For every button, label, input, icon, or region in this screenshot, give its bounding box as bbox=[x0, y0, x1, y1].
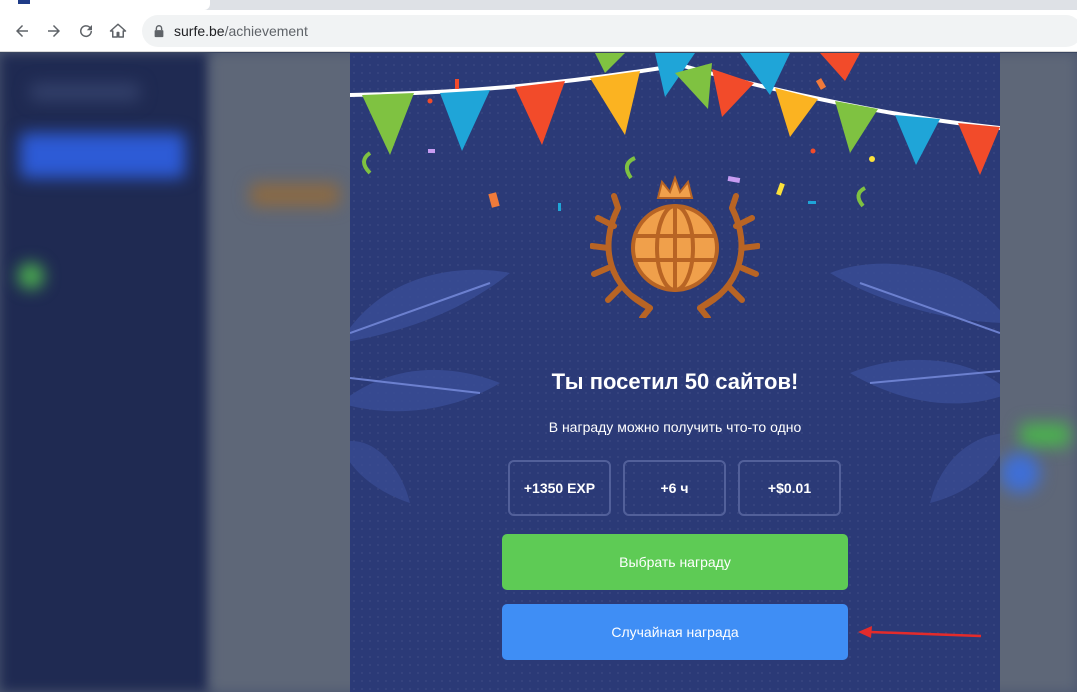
active-tab[interactable] bbox=[0, 0, 210, 10]
home-button[interactable] bbox=[106, 19, 130, 43]
blurred-blue-circle bbox=[1000, 453, 1040, 493]
choose-reward-button[interactable]: Выбрать награду bbox=[502, 534, 848, 590]
reload-icon bbox=[80, 25, 93, 38]
reload-button[interactable] bbox=[74, 19, 98, 43]
blurred-status-dot bbox=[18, 263, 44, 289]
achievement-modal: Ты посетил 50 сайтов! В награду можно по… bbox=[350, 53, 1000, 692]
reward-option-hours[interactable]: +6 ч bbox=[623, 460, 726, 516]
url-host: surfe.be bbox=[174, 23, 225, 39]
url-text: surfe.be/achievement bbox=[174, 23, 308, 39]
blurred-sidebar-button bbox=[20, 133, 185, 178]
crown-icon bbox=[656, 175, 694, 199]
forward-button[interactable] bbox=[42, 19, 66, 43]
random-reward-button[interactable]: Случайная награда bbox=[502, 604, 848, 660]
annotation-arrow-icon bbox=[858, 626, 982, 638]
reward-option-money[interactable]: +$0.01 bbox=[738, 460, 841, 516]
achievement-title: Ты посетил 50 сайтов! bbox=[551, 369, 799, 394]
back-arrow-icon bbox=[16, 25, 28, 37]
reward-option-exp[interactable]: +1350 EXP bbox=[508, 460, 611, 516]
home-icon bbox=[109, 23, 127, 38]
address-bar[interactable]: surfe.be/achievement bbox=[142, 15, 1077, 47]
blurred-green-chip bbox=[1020, 423, 1070, 447]
blurred-logo bbox=[30, 83, 140, 101]
tab-favicon-icon bbox=[18, 0, 30, 4]
lock-icon[interactable] bbox=[152, 24, 166, 38]
blurred-badge bbox=[250, 183, 340, 207]
trophy-globe-icon bbox=[590, 175, 760, 318]
tab-strip bbox=[0, 0, 1077, 10]
achievement-subtitle: В награду можно получить что-то одно bbox=[548, 419, 802, 435]
forward-arrow-icon bbox=[48, 25, 60, 37]
browser-toolbar: surfe.be/achievement bbox=[0, 10, 1077, 52]
url-path: /achievement bbox=[224, 23, 308, 39]
back-button[interactable] bbox=[10, 19, 34, 43]
